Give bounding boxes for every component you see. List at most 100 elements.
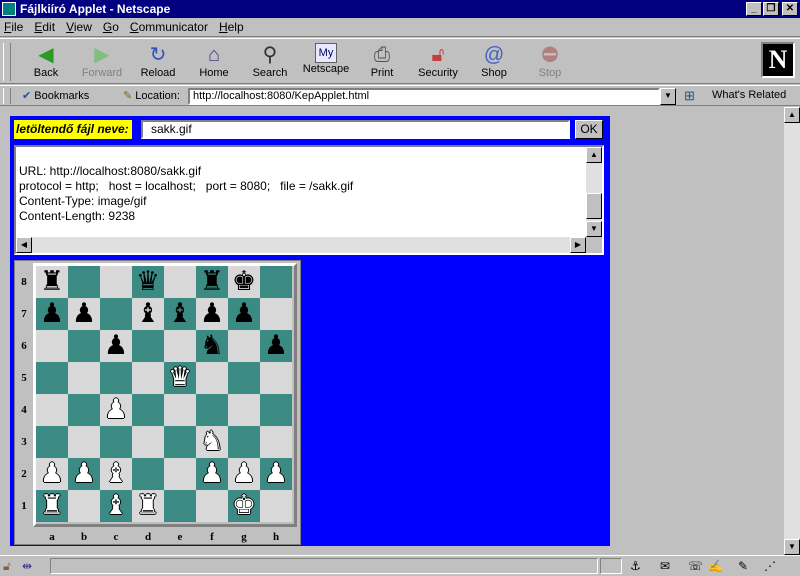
location-label: ✎ Location:	[123, 90, 180, 102]
bookmarks-button[interactable]: ✔ Bookmarks	[22, 89, 89, 102]
toolbar-grip[interactable]	[3, 43, 11, 81]
square-c5	[100, 362, 132, 394]
page-scroll-up-button[interactable]: ▲	[784, 107, 800, 123]
info-line-url: URL: http://localhost:8080/sakk.gif	[19, 164, 202, 178]
square-a8: ♜	[36, 266, 68, 298]
maximize-button[interactable]: ❐	[763, 2, 779, 16]
square-g6	[228, 330, 260, 362]
square-f1	[196, 490, 228, 522]
square-a2: ♟	[36, 458, 68, 490]
page-content: letöltendő fájl neve: sakk.gif OK URL: h…	[0, 107, 784, 555]
square-a6	[36, 330, 68, 362]
rank-label: 6	[21, 340, 27, 352]
square-f7: ♟	[196, 298, 228, 330]
netscape-logo[interactable]: N	[761, 42, 795, 78]
black-pawn-icon: ♟	[263, 330, 289, 361]
square-b2: ♟	[68, 458, 100, 490]
page-vertical-scrollbar[interactable]: ▲ ▼	[784, 107, 800, 555]
location-dropdown-button[interactable]: ▼	[660, 88, 676, 105]
ok-button[interactable]: OK	[575, 120, 603, 139]
connection-icon: ⇹	[22, 559, 33, 573]
component-bar-edit-icon[interactable]: ✎	[738, 559, 748, 573]
menu-view[interactable]: View	[66, 20, 92, 34]
reload-button[interactable]: ↻ Reload	[130, 41, 186, 83]
component-bar-mail-icon[interactable]: ✉	[660, 559, 670, 573]
info-scroll-left-button[interactable]: ◀	[16, 237, 32, 253]
info-line-content-type: Content-Type: image/gif	[19, 194, 147, 208]
search-button[interactable]: ⚲ Search	[242, 41, 298, 83]
info-vertical-scrollbar[interactable]: ▲ ▼	[586, 147, 602, 237]
square-e3	[164, 426, 196, 458]
info-scroll-up-button[interactable]: ▲	[586, 147, 602, 163]
chessboard-frame: ♜ ♛ ♜ ♚ ♟ ♟ ♝ ♝ ♟ ♟ ♟ ♞ ♟ ♛ ♟ ♞ ♟ ♟ ♝ ♟ ♟ ♟ ♜ ♝ ♜ ♚	[33, 263, 297, 527]
info-vertical-thumb[interactable]	[586, 193, 602, 219]
menu-edit[interactable]: Edit	[34, 20, 55, 34]
square-e7: ♝	[164, 298, 196, 330]
filename-input[interactable]: sakk.gif	[141, 120, 570, 139]
square-d1: ♜	[132, 490, 164, 522]
square-f6: ♞	[196, 330, 228, 362]
component-bar-resize-icon[interactable]: ⋰	[764, 559, 776, 573]
square-d8: ♛	[132, 266, 164, 298]
back-button[interactable]: ◀ Back	[18, 41, 74, 83]
menu-file[interactable]: File	[4, 20, 23, 34]
square-c1: ♝	[100, 490, 132, 522]
square-g3	[228, 426, 260, 458]
info-scroll-right-button[interactable]: ▶	[570, 237, 586, 253]
square-c8	[100, 266, 132, 298]
component-bar-composer-icon[interactable]: ✍	[708, 559, 723, 573]
status-message	[50, 558, 598, 574]
white-queen-icon: ♛	[167, 362, 193, 393]
component-bar-discussions-icon[interactable]: ☏	[688, 559, 703, 573]
close-button[interactable]: ✕	[782, 2, 798, 16]
menu-communicator[interactable]: Communicator	[130, 20, 208, 34]
locbar-grip[interactable]	[3, 88, 11, 104]
info-textarea[interactable]: URL: http://localhost:8080/sakk.gif prot…	[14, 145, 604, 255]
security-button[interactable]: 🔓︎ Security	[410, 41, 466, 83]
home-button[interactable]: ⌂ Home	[186, 41, 242, 83]
square-h1	[260, 490, 292, 522]
black-bishop-icon: ♝	[167, 298, 193, 329]
square-b1	[68, 490, 100, 522]
square-g5	[228, 362, 260, 394]
info-scroll-down-button[interactable]: ▼	[586, 221, 602, 237]
square-h6: ♟	[260, 330, 292, 362]
file-label: d	[144, 531, 152, 543]
white-pawn-icon: ♟	[199, 458, 225, 489]
shop-button[interactable]: @ Shop	[466, 41, 522, 83]
menu-help[interactable]: Help	[219, 20, 244, 34]
square-h5	[260, 362, 292, 394]
stop-button[interactable]: ⛔︎ Stop	[522, 41, 578, 83]
menu-go[interactable]: Go	[103, 20, 119, 34]
filename-label: letöltendő fájl neve:	[14, 120, 132, 139]
chessboard: ♜ ♛ ♜ ♚ ♟ ♟ ♝ ♝ ♟ ♟ ♟ ♞ ♟ ♛ ♟ ♞ ♟ ♟ ♝ ♟ ♟ ♟ ♜ ♝ ♜ ♚	[36, 266, 292, 522]
rank-label: 3	[21, 436, 27, 448]
square-d6	[132, 330, 164, 362]
square-d7: ♝	[132, 298, 164, 330]
minimize-button[interactable]: _	[746, 2, 762, 16]
info-horizontal-scrollbar[interactable]: ◀ ▶	[16, 237, 586, 253]
page-proxy-icon[interactable]: ✎	[123, 90, 132, 102]
bookmarks-icon: ✔	[22, 90, 32, 102]
forward-button[interactable]: ▶ Forward	[74, 41, 130, 83]
netscape-button[interactable]: My Netscape	[298, 41, 354, 83]
white-pawn-icon: ♟	[263, 458, 289, 489]
square-b6	[68, 330, 100, 362]
location-url-input[interactable]: http://localhost:8080/KepApplet.html	[188, 88, 660, 105]
rank-label: 5	[21, 372, 27, 384]
rank-label: 4	[21, 404, 27, 416]
whats-related-icon[interactable]: ⊞	[684, 88, 695, 104]
square-e5: ♛	[164, 362, 196, 394]
location-toolbar: ✔ Bookmarks ✎ Location: http://localhost…	[0, 85, 800, 106]
black-rook-icon: ♜	[39, 266, 65, 297]
white-pawn-icon: ♟	[231, 458, 257, 489]
square-d4	[132, 394, 164, 426]
security-status-icon[interactable]: 🔓︎	[3, 559, 11, 574]
square-a1: ♜	[36, 490, 68, 522]
my-netscape-icon: My	[315, 43, 337, 63]
print-button[interactable]: ⎙ Print	[354, 41, 410, 83]
whats-related-button[interactable]: What's Related	[712, 89, 786, 101]
page-scroll-down-button[interactable]: ▼	[784, 539, 800, 555]
component-bar-navigator-icon[interactable]: ⚓︎	[630, 559, 641, 573]
square-f4	[196, 394, 228, 426]
